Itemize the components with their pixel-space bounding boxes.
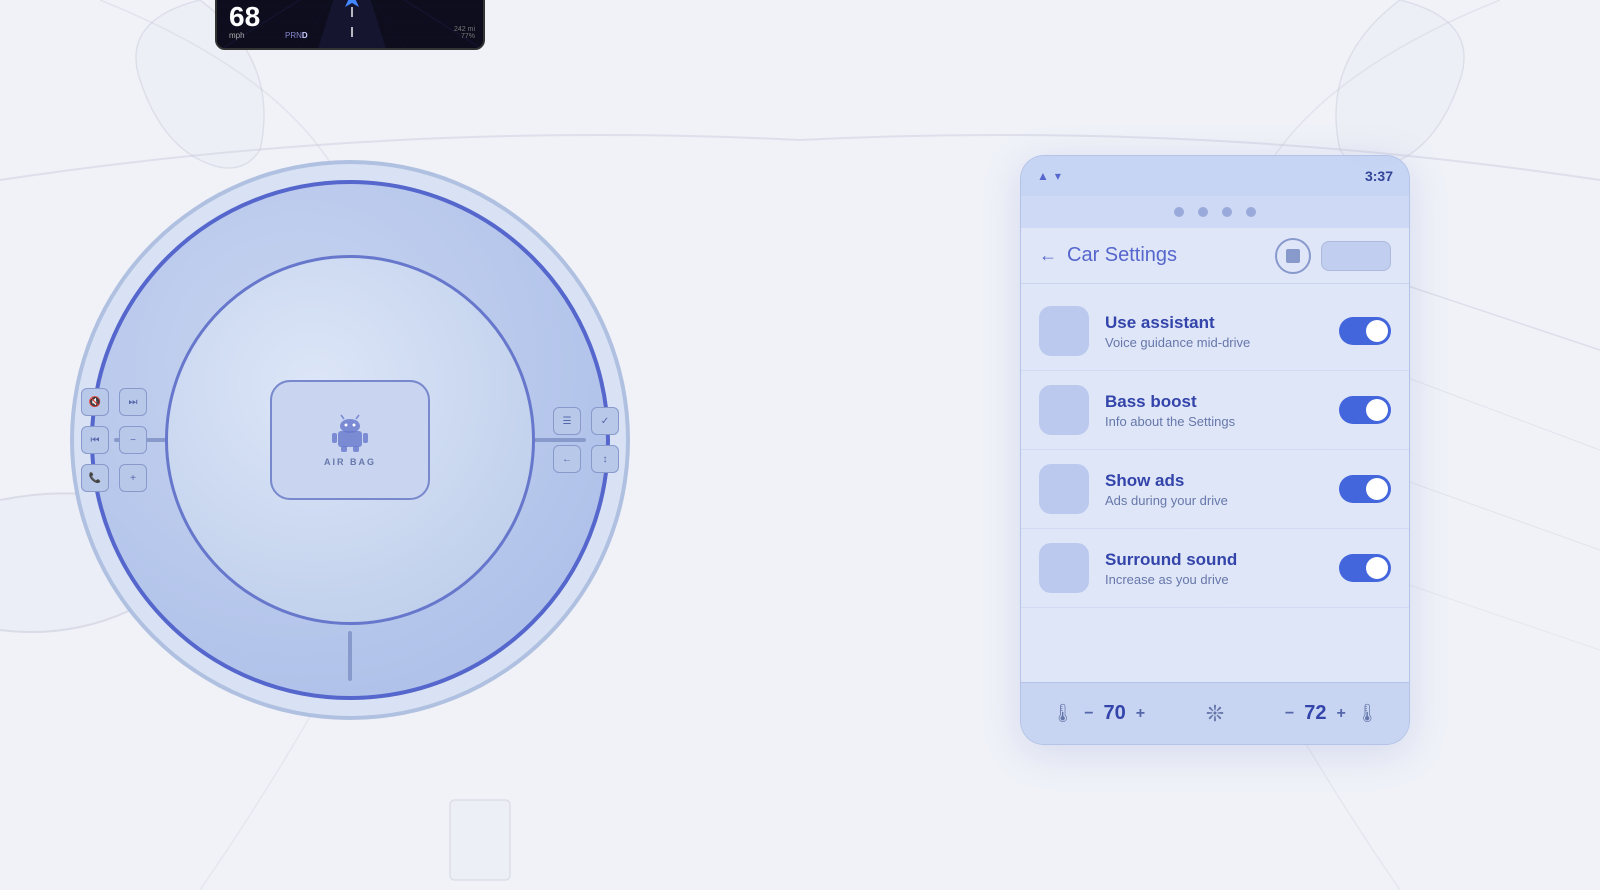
android-logo-icon — [330, 413, 370, 453]
settings-panel-title: Car Settings — [1067, 244, 1177, 267]
show-ads-text: Show ads Ads during your drive — [1105, 471, 1323, 508]
climate-left-temp: 70 — [1104, 702, 1126, 725]
sw-btn-skip-fwd[interactable]: ⏭ — [119, 388, 147, 416]
sw-btn-check[interactable]: ✓ — [591, 407, 619, 435]
climate-left: 🌡 − 70 + — [1051, 702, 1145, 725]
steering-wheel-area: ◉ 85°F - 70° □ — [60, 50, 640, 830]
sw-btn-vol-up[interactable]: + — [119, 464, 147, 492]
surround-sound-name: Surround sound — [1105, 550, 1323, 570]
climate-right-temp: 72 — [1304, 702, 1326, 725]
wifi-icon: ▾ — [1055, 169, 1061, 183]
use-assistant-text: Use assistant Voice guidance mid-drive — [1105, 313, 1323, 350]
toggle-thumb — [1366, 399, 1388, 421]
surround-sound-toggle[interactable] — [1339, 554, 1391, 582]
heat-right-icon: 🌡 — [1356, 703, 1379, 724]
camera-dot-3 — [1222, 207, 1232, 217]
climate-right: − 72 + 🌡 — [1285, 702, 1379, 725]
bass-boost-text: Bass boost Info about the Settings — [1105, 392, 1323, 429]
show-ads-icon-box — [1039, 464, 1089, 514]
camera-dots-row — [1021, 196, 1409, 228]
bass-boost-icon-box — [1039, 385, 1089, 435]
signal-icon: ▲ — [1037, 169, 1049, 183]
nav-speed-unit: mph — [229, 31, 260, 40]
climate-left-minus[interactable]: − — [1084, 705, 1093, 723]
camera-dot-4 — [1246, 207, 1256, 217]
sw-btn-phone[interactable]: 📞 — [81, 464, 109, 492]
sw-btn-menu[interactable]: ☰ — [553, 407, 581, 435]
sw-right-buttons: ☰ ✓ ← ↕ — [550, 404, 622, 476]
use-assistant-desc: Voice guidance mid-drive — [1105, 335, 1323, 350]
show-ads-toggle[interactable] — [1339, 475, 1391, 503]
camera-dot-1 — [1174, 207, 1184, 217]
sw-btn-vol-down[interactable]: − — [119, 426, 147, 454]
sw-btn-mute[interactable]: 🔇 — [81, 388, 109, 416]
panel-status-bar: ▲ ▾ 3:37 — [1021, 156, 1409, 196]
settings-list: Use assistant Voice guidance mid-drive B… — [1021, 284, 1409, 616]
steering-center-hub: AIR BAG — [270, 380, 430, 500]
menu-button[interactable] — [1321, 241, 1391, 271]
nav-phone-screen: ◉ 85°F - 70° □ — [215, 0, 485, 50]
steering-inner-ring: 🔇 ⏭ ⏮ − 📞 + ☰ ✓ ← ↕ — [165, 255, 535, 625]
nav-gear-display: PRND — [285, 31, 308, 40]
header-nav: ← Car Settings — [1039, 244, 1177, 267]
bass-boost-toggle[interactable] — [1339, 396, 1391, 424]
climate-right-plus[interactable]: + — [1336, 705, 1345, 723]
show-ads-desc: Ads during your drive — [1105, 493, 1323, 508]
status-time: 3:37 — [1365, 168, 1393, 184]
show-ads-name: Show ads — [1105, 471, 1323, 491]
toggle-thumb — [1366, 478, 1388, 500]
nav-speed-display: 68 — [229, 3, 260, 31]
setting-item-show-ads[interactable]: Show ads Ads during your drive — [1021, 450, 1409, 529]
climate-fan-icon: ❊ — [1206, 701, 1224, 727]
bass-boost-desc: Info about the Settings — [1105, 414, 1323, 429]
settings-header: ← Car Settings — [1021, 228, 1409, 284]
setting-item-use-assistant[interactable]: Use assistant Voice guidance mid-drive — [1021, 292, 1409, 371]
use-assistant-name: Use assistant — [1105, 313, 1323, 333]
toggle-thumb — [1366, 320, 1388, 342]
climate-bar: 🌡 − 70 + ❊ − 72 + 🌡 — [1021, 682, 1409, 744]
sw-left-buttons: 🔇 ⏭ ⏮ − 📞 + — [78, 385, 150, 495]
sw-btn-nav[interactable]: ↕ — [591, 445, 619, 473]
surround-sound-icon-box — [1039, 543, 1089, 593]
stop-button[interactable] — [1275, 238, 1311, 274]
toggle-thumb — [1366, 557, 1388, 579]
nav-info: 242 mi 77% — [454, 26, 475, 40]
surround-sound-desc: Increase as you drive — [1105, 572, 1323, 587]
status-indicators: ▲ ▾ — [1037, 169, 1061, 183]
setting-item-surround-sound[interactable]: Surround sound Increase as you drive — [1021, 529, 1409, 608]
setting-item-bass-boost[interactable]: Bass boost Info about the Settings — [1021, 371, 1409, 450]
back-button[interactable]: ← — [1039, 245, 1057, 266]
surround-sound-text: Surround sound Increase as you drive — [1105, 550, 1323, 587]
sw-btn-prev[interactable]: ⏮ — [81, 426, 109, 454]
airbag-label: AIR BAG — [324, 457, 376, 467]
stop-icon — [1286, 249, 1300, 263]
use-assistant-icon-box — [1039, 306, 1089, 356]
spoke-bottom — [348, 631, 352, 681]
steering-outer-ring: 🔇 ⏭ ⏮ − 📞 + ☰ ✓ ← ↕ — [90, 180, 610, 700]
climate-left-plus[interactable]: + — [1136, 705, 1145, 723]
header-actions — [1275, 238, 1391, 274]
heat-left-icon: 🌡 — [1051, 703, 1074, 724]
sw-btn-back[interactable]: ← — [553, 445, 581, 473]
climate-right-minus[interactable]: − — [1285, 705, 1294, 723]
use-assistant-toggle[interactable] — [1339, 317, 1391, 345]
camera-dot-2 — [1198, 207, 1208, 217]
settings-panel: ▲ ▾ 3:37 ← Car Settings Use assistant — [1020, 155, 1410, 745]
bass-boost-name: Bass boost — [1105, 392, 1323, 412]
